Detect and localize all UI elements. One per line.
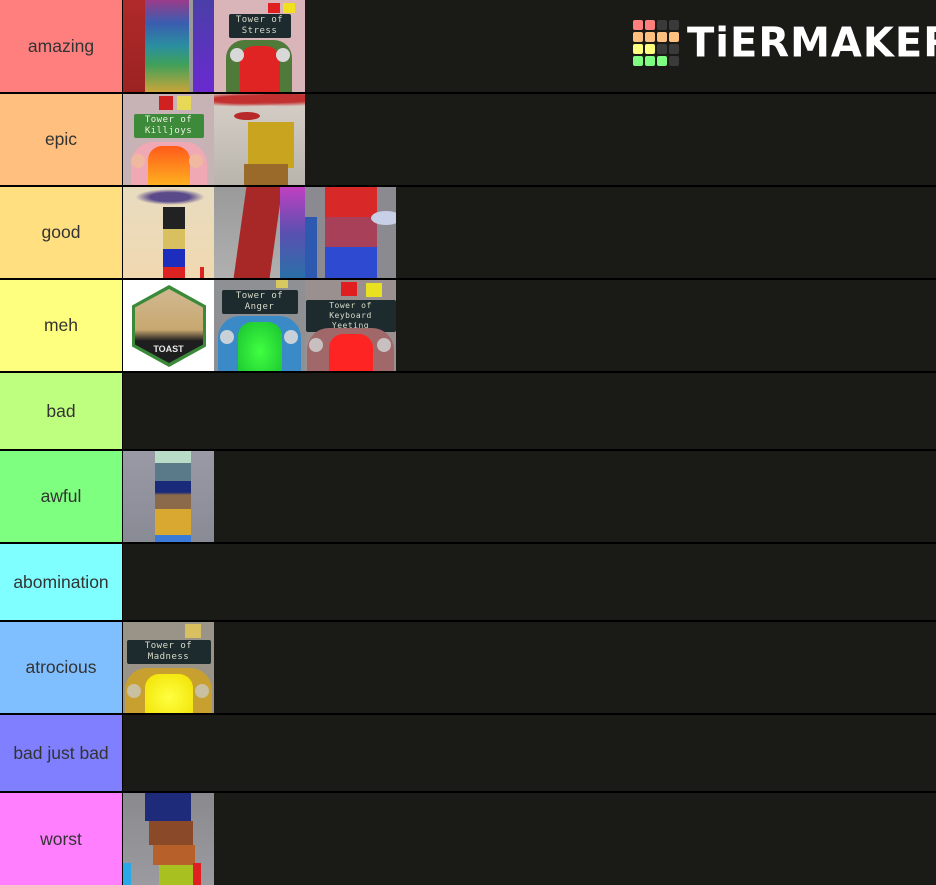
logo-grid-cell (669, 44, 679, 54)
logo-grid-cell (657, 56, 667, 66)
tower-sign: Tower of Anger (221, 290, 298, 314)
yellow-block-sky-image[interactable] (214, 94, 305, 185)
tier-label-bad-just-bad[interactable]: bad just bad (0, 715, 123, 791)
logo-grid-cell (669, 20, 679, 30)
tower-of-madness-image[interactable]: Tower of Madness (123, 622, 214, 713)
logo-wordmark: TiERMAKER (687, 19, 936, 67)
logo-grid-cell (645, 56, 655, 66)
tier-list-board: amazing Tower of Stress epic Tower of Ki… (0, 0, 936, 885)
tier-label-epic[interactable]: epic (0, 94, 123, 185)
logo-grid-cell (633, 20, 643, 30)
tower-sign: Tower of Madness (126, 640, 211, 664)
tier-label-worst[interactable]: worst (0, 793, 123, 885)
tier-items-awful[interactable] (123, 451, 936, 542)
logo-grid-cell (657, 20, 667, 30)
tower-of-killjoys-image[interactable]: Tower of Killjoys (123, 94, 214, 185)
tier-label-atrocious[interactable]: atrocious (0, 622, 123, 713)
logo-grid-cell (633, 56, 643, 66)
purple-red-tower-image[interactable] (305, 187, 396, 278)
red-beam-image[interactable] (214, 187, 305, 278)
tier-items-atrocious[interactable]: Tower of Madness (123, 622, 936, 713)
logo-grid-cell (645, 32, 655, 42)
tower-of-keyboard-yeeting-image[interactable]: Tower of Keyboard Yeeting (305, 280, 396, 371)
logo-grid-cell (657, 44, 667, 54)
tier-items-bad-just-bad[interactable] (123, 715, 936, 791)
tier-label-meh[interactable]: meh (0, 280, 123, 371)
tier-items-good[interactable] (123, 187, 936, 278)
logo-grid-icon (633, 20, 679, 66)
toast-label: TOAST (153, 344, 184, 354)
tower-sign: Tower of Stress (228, 14, 291, 38)
tier-row-awful: awful (0, 451, 936, 542)
stacked-blocks-image[interactable] (123, 187, 214, 278)
tower-of-stress-image[interactable]: Tower of Stress (214, 0, 305, 92)
logo-grid-cell (657, 32, 667, 42)
tier-label-bad[interactable]: bad (0, 373, 123, 449)
tower-of-anger-image[interactable]: Tower of Anger (214, 280, 305, 371)
logo-grid-cell (669, 56, 679, 66)
logo-grid-cell (669, 32, 679, 42)
tier-row-abomination: abomination (0, 544, 936, 620)
tier-row-bad: bad (0, 373, 936, 449)
tier-label-abomination[interactable]: abomination (0, 544, 123, 620)
tiermaker-logo[interactable]: TiERMAKER (633, 20, 936, 66)
glass-tower-image[interactable] (123, 793, 214, 885)
pale-tower-image[interactable] (123, 451, 214, 542)
tier-items-meh[interactable]: TOAST Tower of Anger Tower of Keyboard Y… (123, 280, 936, 371)
tier-items-bad[interactable] (123, 373, 936, 449)
tier-row-atrocious: atrocious Tower of Madness (0, 622, 936, 713)
toast-badge-image[interactable]: TOAST (123, 280, 214, 371)
tier-label-amazing[interactable]: amazing (0, 0, 123, 92)
tier-row-worst: worst (0, 793, 936, 885)
tier-row-meh: meh TOAST Tower of Anger Tower of Keyboa… (0, 280, 936, 371)
tier-items-epic[interactable]: Tower of Killjoys (123, 94, 936, 185)
tier-items-abomination[interactable] (123, 544, 936, 620)
logo-grid-cell (633, 44, 643, 54)
tier-label-awful[interactable]: awful (0, 451, 123, 542)
logo-grid-cell (633, 32, 643, 42)
tower-sign: Tower of Killjoys (133, 114, 204, 138)
tier-row-epic: epic Tower of Killjoys (0, 94, 936, 185)
logo-grid-cell (645, 44, 655, 54)
rainbow-tower-image[interactable] (123, 0, 214, 92)
logo-grid-cell (645, 20, 655, 30)
tier-row-bad-just-bad: bad just bad (0, 715, 936, 791)
tier-items-worst[interactable] (123, 793, 936, 885)
tier-row-good: good (0, 187, 936, 278)
tier-label-good[interactable]: good (0, 187, 123, 278)
